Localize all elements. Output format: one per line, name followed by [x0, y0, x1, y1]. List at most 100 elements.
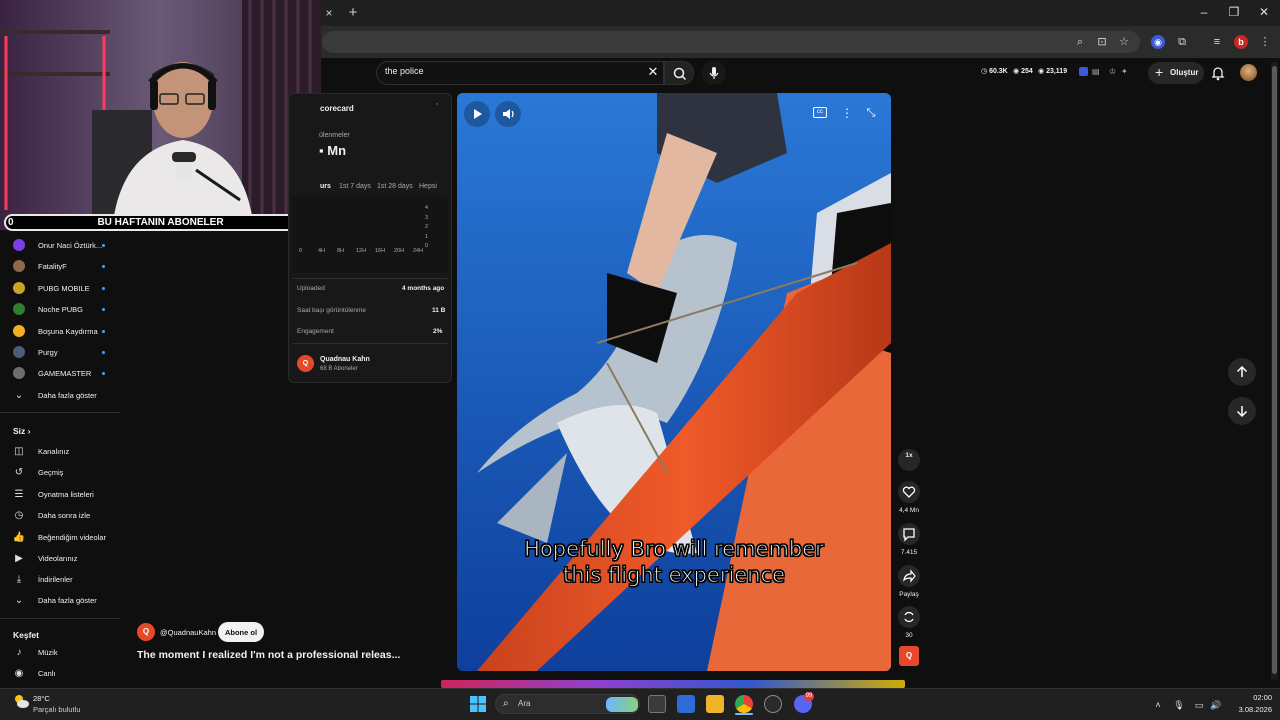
sidebar-item-like[interactable]: 👍 Beğendiğim videolar [10, 528, 120, 548]
explore-heading: Keşfet [13, 630, 39, 640]
tray-volume-icon[interactable]: 🔊 [1210, 699, 1222, 711]
subscription-label: Boşuna Kaydırma [38, 326, 98, 336]
scrollbar-thumb[interactable] [1272, 66, 1277, 674]
comment-icon [903, 528, 915, 542]
close-window-icon[interactable]: ✕ [1256, 4, 1272, 20]
tab-all[interactable]: Hepsi [419, 183, 437, 190]
tray-mic-icon[interactable]: 🎙 [1173, 699, 1185, 711]
weather-icon[interactable] [12, 693, 30, 709]
chart-icon[interactable]: ▤ [1092, 67, 1101, 76]
clock-date[interactable]: 3.08.2026 [1226, 705, 1272, 714]
sidebar-item-history[interactable]: ↺ Geçmiş [10, 463, 120, 483]
tray-overflow-icon[interactable]: ˄ [1152, 699, 1164, 711]
scorecard-divider [292, 343, 448, 344]
like-button[interactable] [898, 481, 920, 503]
sidebar-subscription-item[interactable]: Boşuna Kaydırma [10, 322, 120, 342]
clear-search-icon[interactable]: ✕ [646, 65, 660, 79]
weather-temperature[interactable]: 28°C [33, 694, 50, 703]
more-options-icon[interactable]: ⋮ [841, 106, 853, 120]
sidebar-item-your-videos[interactable]: ▶ Videolarınız [10, 549, 120, 569]
bookmark-star-icon[interactable]: ☆ [1117, 35, 1131, 49]
live-icon: ◉ [14, 668, 24, 680]
music-icon: ♪ [16, 647, 22, 658]
short-channel-handle[interactable]: @QuadnauKahn [160, 628, 216, 637]
channel-icon: ◫ [14, 446, 24, 457]
address-bar[interactable] [322, 31, 1140, 53]
sidebar-item-music[interactable]: ♪ Müzik [10, 643, 120, 663]
sidebar-item-watch-later[interactable]: ◷ Daha sonra izle [10, 506, 120, 526]
subscription-label: PUBG MOBILE [38, 283, 90, 293]
clock-time[interactable]: 02:00 [1236, 693, 1272, 702]
captions-icon[interactable]: cc [813, 107, 827, 118]
voice-search-button[interactable] [702, 61, 726, 85]
install-app-icon[interactable]: ⊡ [1095, 35, 1109, 49]
tray-display-icon[interactable]: ▭ [1193, 699, 1205, 711]
search-button[interactable] [664, 61, 694, 85]
mute-button[interactable] [495, 101, 521, 127]
chrome-menu-icon[interactable]: ⋮ [1258, 35, 1272, 49]
short-channel-avatar[interactable]: Q [137, 623, 155, 641]
sidebar-item-label: Daha sonra izle [38, 511, 91, 521]
notifications-bell-icon[interactable] [1211, 65, 1225, 81]
zoom-icon[interactable]: ⌕ [1073, 35, 1087, 49]
scorecard-channel-avatar[interactable]: Q [297, 355, 314, 372]
task-view-icon[interactable] [648, 695, 666, 713]
gift-icon[interactable]: ✦ [1121, 67, 1130, 76]
fullscreen-icon[interactable]: ⤡ [864, 106, 878, 120]
remix-button[interactable] [898, 606, 920, 628]
next-short-button[interactable] [1228, 397, 1256, 425]
sidebar-subscription-item[interactable]: FatalityF [10, 257, 120, 277]
weather-description[interactable]: Parçalı bulutlu [33, 705, 81, 714]
show-more-subscriptions[interactable]: ⌄ Daha fazla göster [10, 386, 120, 406]
sidebar-item-label: İndirilenler [38, 575, 73, 585]
rail-channel-avatar[interactable]: Q [899, 646, 919, 666]
comment-count: 7.415 [900, 549, 918, 556]
sidebar-item-live[interactable]: ◉ Canlı [10, 664, 120, 684]
extension-icon[interactable]: ◉ [1151, 35, 1165, 49]
sidebar-subscription-item[interactable]: Purgy [10, 343, 120, 363]
file-explorer-icon[interactable] [706, 695, 724, 713]
new-content-dot [102, 244, 105, 247]
search-highlight-image[interactable] [606, 697, 638, 712]
share-button[interactable] [898, 565, 920, 587]
new-tab-button[interactable]: + [346, 4, 360, 22]
channel-avatar [13, 367, 25, 380]
you-section-heading[interactable]: Siz › [13, 426, 31, 436]
play-icon [474, 109, 482, 119]
show-more-you[interactable]: ⌄ Daha fazla göster [10, 591, 120, 611]
chrome-taskbar-icon[interactable] [735, 695, 753, 713]
tab-first-28-days[interactable]: 1st 28 days [377, 183, 413, 190]
windows-taskbar [0, 688, 1280, 720]
previous-short-button[interactable] [1228, 358, 1256, 386]
tab-close-icon[interactable]: × [322, 5, 336, 21]
sidebar-item-download[interactable]: ⤓ İndirilenler [10, 570, 120, 590]
sidebar-item-playlists[interactable]: ☰ Oynatma listeleri [10, 485, 120, 505]
start-button[interactable] [469, 695, 487, 713]
extension-badge-icon[interactable] [1079, 67, 1088, 76]
profile-avatar[interactable]: b [1234, 35, 1248, 49]
account-avatar[interactable] [1240, 64, 1257, 81]
play-button[interactable] [464, 101, 490, 127]
tab-first-7-days[interactable]: 1st 7 days [339, 183, 371, 190]
restore-icon[interactable]: ❐ [1226, 4, 1242, 20]
short-title[interactable]: The moment I realized I'm not a professi… [137, 649, 400, 661]
tab-hours[interactable]: urs [320, 183, 331, 190]
scorecard-channel-name[interactable]: Quadnau Kahn [320, 356, 370, 363]
search-query-text: the police [385, 66, 424, 76]
minimize-icon[interactable]: – [1196, 4, 1212, 20]
collapse-chevron-icon[interactable]: ˆ [436, 104, 438, 111]
sidebar-divider [0, 412, 120, 413]
sidebar-item-channel[interactable]: ◫ Kanalınız [10, 442, 120, 462]
extensions-puzzle-icon[interactable]: ⧉ [1175, 35, 1189, 49]
views-value-text: Mn [327, 143, 347, 158]
sidebar-subscription-item[interactable]: Noche PUBG [10, 300, 120, 320]
volume-icon [503, 109, 514, 119]
microsoft-store-icon[interactable] [677, 695, 695, 713]
sidebar-subscription-item[interactable]: GAMEMASTER [10, 364, 120, 384]
media-control-icon[interactable]: ≡ [1210, 35, 1224, 49]
comments-button[interactable] [898, 523, 920, 545]
trophy-icon[interactable]: ♔ [1109, 67, 1118, 76]
sidebar-subscription-item[interactable]: PUBG MOBILE [10, 279, 120, 299]
sidebar-subscription-item[interactable]: Onur Naci Öztürk... [10, 236, 120, 256]
obs-icon[interactable] [764, 695, 782, 713]
